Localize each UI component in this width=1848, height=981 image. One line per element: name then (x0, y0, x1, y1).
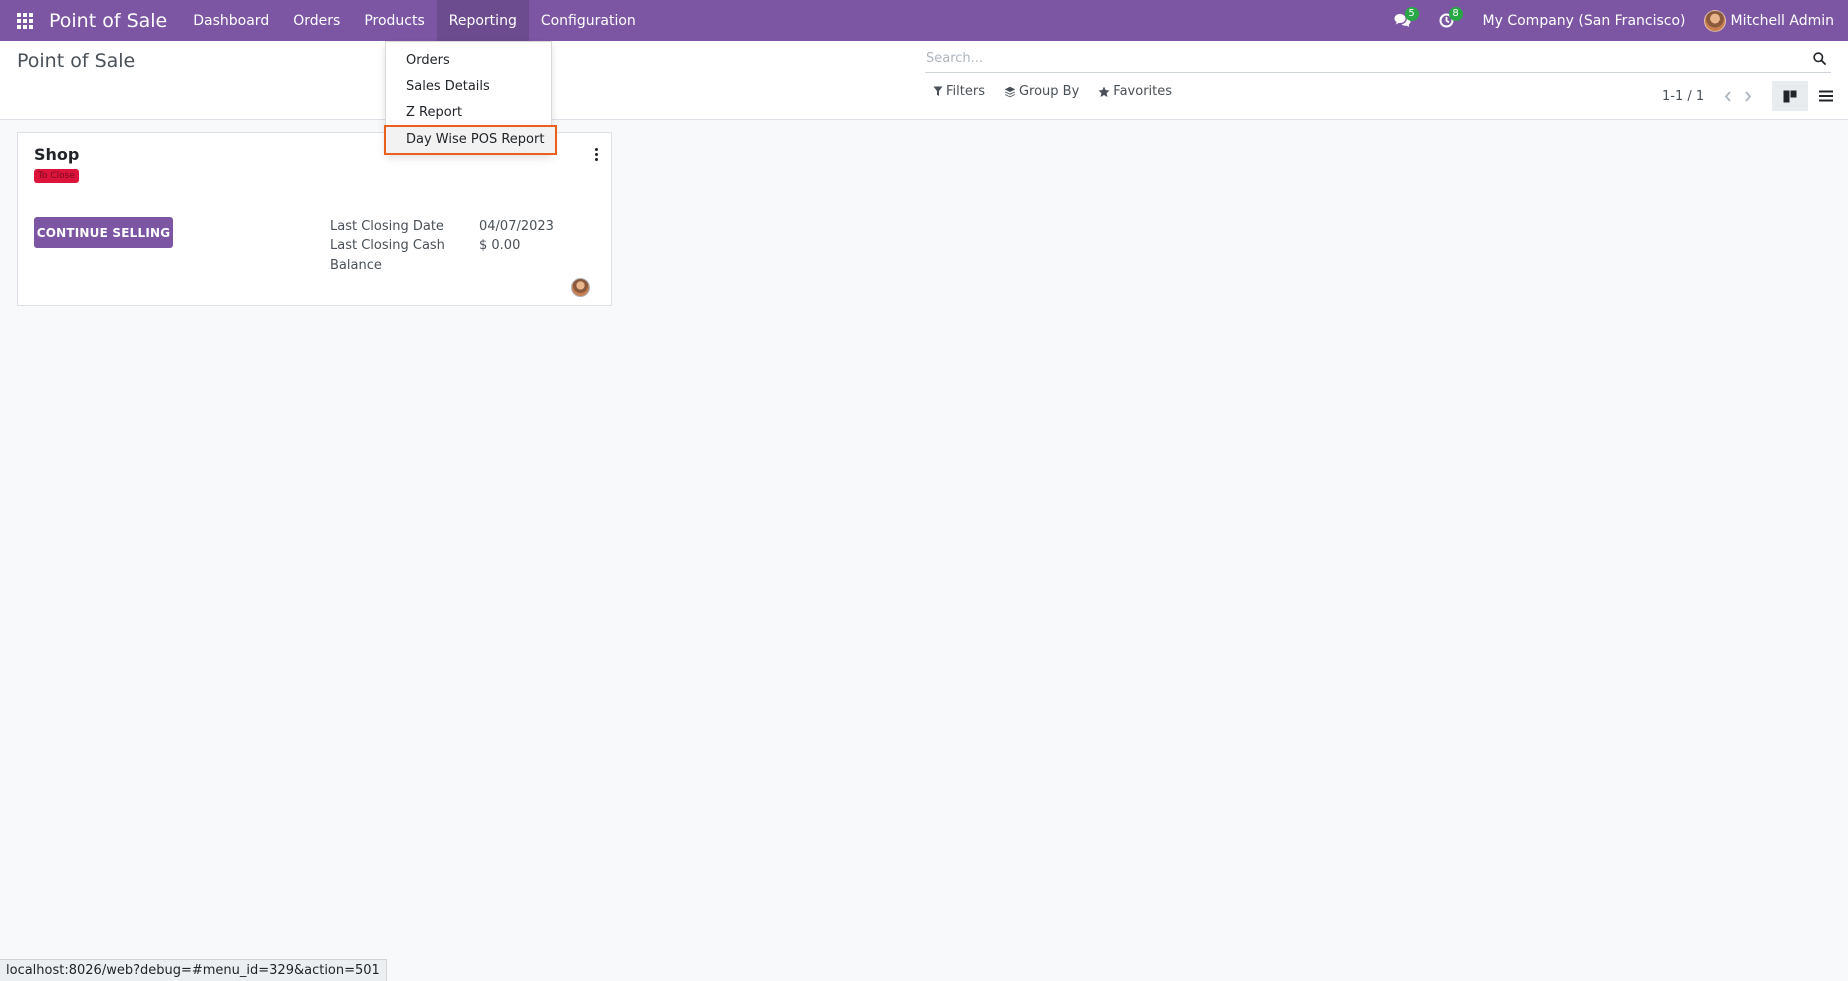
messaging-menu[interactable]: 5 (1381, 0, 1425, 41)
last-closing-date-value: 04/07/2023 (479, 219, 554, 234)
pos-config-card: Shop To Close CONTINUE SELLING Last Clos… (17, 132, 612, 306)
last-closing-cash-value: $ 0.00 (479, 238, 521, 253)
search-options: Filters Group By Favorites (933, 84, 1191, 99)
chevron-right-icon (1745, 90, 1752, 102)
user-name: Mitchell Admin (1730, 12, 1835, 29)
menu-configuration[interactable]: Configuration (529, 0, 648, 41)
pager-previous-button[interactable] (1718, 86, 1738, 106)
view-switcher (1772, 81, 1844, 111)
dropdown-item-sales-details[interactable]: Sales Details (386, 74, 551, 100)
kanban-view-button[interactable] (1772, 81, 1808, 111)
search-input[interactable] (925, 51, 1807, 66)
favorites-label: Favorites (1113, 84, 1173, 99)
menu-products[interactable]: Products (352, 0, 436, 41)
last-closing-cash-label-cont: Balance (330, 258, 382, 273)
dropdown-item-z-report[interactable]: Z Report (386, 100, 551, 126)
control-panel: Point of Sale Filters Group By (0, 41, 1848, 120)
top-navbar: Point of Sale Dashboard Orders Products … (0, 0, 1848, 41)
status-badge: To Close (34, 169, 79, 183)
activities-count-badge: 8 (1448, 7, 1463, 21)
page-title: Point of Sale (17, 50, 136, 72)
main-menu: Dashboard Orders Products Reporting Conf… (181, 0, 648, 41)
pager: 1-1 / 1 (1662, 86, 1758, 106)
systray: 5 8 My Company (San Francisco) Mitchell … (1381, 0, 1848, 41)
chevron-left-icon (1724, 90, 1731, 102)
group-by-label: Group By (1018, 84, 1080, 99)
reporting-dropdown: Orders Sales Details Z Report Day Wise P… (384, 41, 557, 155)
last-closing-date-label: Last Closing Date (330, 219, 444, 234)
pager-value[interactable]: 1-1 / 1 (1662, 89, 1704, 104)
card-title[interactable]: Shop (34, 145, 79, 164)
card-options-button[interactable] (589, 144, 603, 164)
avatar[interactable] (571, 278, 590, 297)
star-icon (1098, 86, 1110, 97)
menu-reporting[interactable]: Reporting (436, 0, 529, 41)
dropdown-item-day-wise-pos-report[interactable]: Day Wise POS Report (384, 125, 557, 155)
last-closing-cash-label: Last Closing Cash (330, 238, 445, 253)
browser-status-bar: localhost:8026/web?debug=#menu_id=329&ac… (0, 959, 387, 981)
filters-label: Filters (946, 84, 985, 99)
favorites-button[interactable]: Favorites (1098, 84, 1172, 99)
continue-selling-button[interactable]: CONTINUE SELLING (34, 217, 173, 248)
list-view-button[interactable] (1808, 81, 1844, 111)
avatar (1703, 9, 1726, 32)
kanban-icon (1783, 90, 1797, 102)
pager-next-button[interactable] (1738, 86, 1758, 106)
group-by-button[interactable]: Group By (1004, 84, 1079, 99)
dropdown-item-orders[interactable]: Orders (386, 48, 551, 74)
app-brand[interactable]: Point of Sale (49, 10, 167, 32)
list-icon (1819, 90, 1833, 102)
menu-dashboard[interactable]: Dashboard (181, 0, 281, 41)
menu-orders[interactable]: Orders (281, 0, 352, 41)
apps-menu-button[interactable] (0, 0, 49, 41)
company-switcher[interactable]: My Company (San Francisco) (1469, 13, 1704, 29)
user-menu[interactable]: Mitchell Admin (1703, 9, 1835, 32)
filters-button[interactable]: Filters (933, 84, 985, 99)
search-icon[interactable] (1807, 47, 1831, 71)
activities-menu[interactable]: 8 (1425, 0, 1469, 41)
vertical-dots-icon (594, 147, 598, 162)
search-bar (925, 45, 1831, 73)
messages-count-badge: 5 (1404, 7, 1419, 21)
filter-icon (933, 86, 943, 96)
layers-icon (1004, 86, 1016, 97)
apps-grid-icon (16, 12, 33, 29)
